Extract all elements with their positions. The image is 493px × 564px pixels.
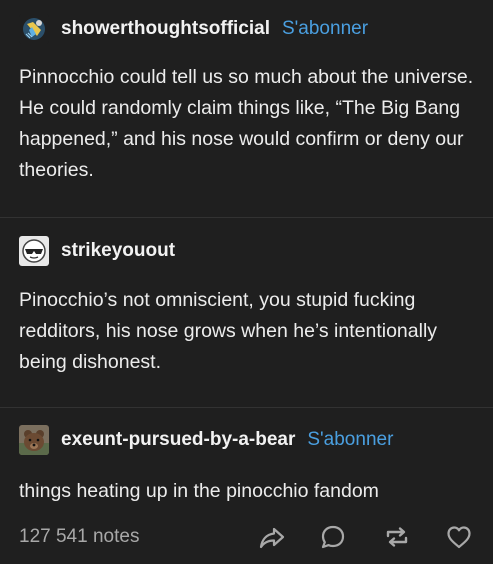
username[interactable]: showerthoughtsofficial: [61, 18, 270, 40]
entry-header: strikeyouout: [19, 236, 175, 266]
post-text: Pinocchio’s not omniscient, you stupid f…: [19, 289, 438, 373]
entry-header: exeunt-pursued-by-a-bear S'abonner: [19, 425, 393, 455]
reblog-entry: exeunt-pursued-by-a-bear S'abonner thing…: [0, 408, 493, 514]
tumblr-post: showerthoughtsofficial S'abonner Pinnocc…: [0, 0, 493, 564]
username[interactable]: strikeyouout: [61, 240, 175, 262]
post-text: Pinnocchio could tell us so much about t…: [19, 66, 474, 181]
entry-header: showerthoughtsofficial S'abonner: [19, 14, 368, 44]
follow-button[interactable]: S'abonner: [307, 429, 393, 451]
notes-count[interactable]: 127 541 notes: [19, 526, 139, 548]
avatar-showerthoughtsofficial[interactable]: [19, 14, 49, 44]
follow-button[interactable]: S'abonner: [282, 18, 368, 40]
share-icon[interactable]: [257, 522, 287, 552]
post-footer: 127 541 notes: [19, 522, 474, 552]
post-text: things heating up in the pinocchio fando…: [19, 480, 379, 502]
like-icon[interactable]: [444, 522, 474, 552]
reblog-icon[interactable]: [382, 522, 412, 552]
reply-icon[interactable]: [318, 522, 348, 552]
reblog-entry: strikeyouout Pinocchio’s not omniscient,…: [0, 218, 493, 408]
avatar-exeunt-pursued-by-a-bear[interactable]: [19, 425, 49, 455]
username[interactable]: exeunt-pursued-by-a-bear: [61, 429, 295, 451]
avatar-strikeyouout[interactable]: [19, 236, 49, 266]
reblog-entry: showerthoughtsofficial S'abonner Pinnocc…: [0, 0, 493, 218]
